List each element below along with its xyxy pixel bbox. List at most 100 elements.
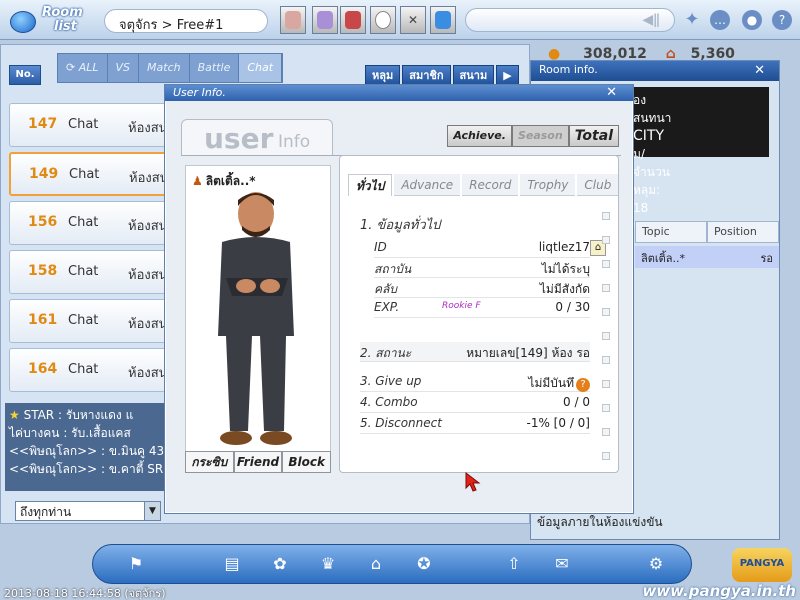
room-number: 147	[28, 116, 58, 132]
section-general-title: 1. ข้อมูลทั่วไป	[360, 218, 441, 233]
user-detail-panel: ทั่วไป Advance Record Trophy Club 1. ข้อ…	[339, 155, 619, 473]
scroll-marker	[602, 284, 610, 292]
pangya-logo: PANGYA	[732, 548, 792, 582]
combo-row: 4. Combo 0 / 0	[360, 393, 590, 413]
room-row[interactable]: 147 Chat ห้องสน	[9, 103, 179, 147]
close-icon[interactable]: ✕	[606, 85, 617, 100]
tab-vs[interactable]: VS	[108, 54, 140, 82]
room-row[interactable]: 158 Chat ห้องสน	[9, 250, 179, 294]
rank-label: Rookie F	[442, 301, 481, 311]
mailbox-icon[interactable]: ✉	[549, 551, 575, 577]
exp-row: EXP. Rookie F 0 / 30	[374, 298, 590, 318]
block-button[interactable]: Block	[282, 451, 332, 473]
caddie-button[interactable]	[430, 6, 456, 34]
room-row-selected[interactable]: 149 Chat ห้องสน	[9, 152, 179, 196]
logo-line2: list	[54, 19, 77, 34]
tab-vs-label: VS	[115, 61, 131, 74]
refresh-icon: ⟳	[66, 61, 79, 74]
sort-course-button[interactable]: สนาม	[452, 65, 495, 85]
house-icon[interactable]: ⌂	[363, 551, 389, 577]
avatar-1-button[interactable]	[280, 6, 306, 34]
chat-bubble-icon[interactable]: …	[710, 10, 730, 30]
room-type: Chat	[68, 362, 99, 377]
chat-target-select[interactable]: ถึงทุกท่าน ▼	[15, 501, 161, 521]
shop-icon[interactable]: ▤	[219, 551, 245, 577]
room-number: 158	[28, 263, 58, 279]
shield-icon[interactable]: ●	[742, 10, 762, 30]
room-name: ห้องสน	[129, 171, 169, 186]
scroll-right-button[interactable]: ▶	[496, 65, 519, 85]
settings-icon[interactable]: ⚙	[643, 551, 669, 577]
room-players-table: Topic Position ลิตเติ้ล..* รอ	[635, 221, 779, 268]
chat-target-value: ถึงทุกท่าน	[20, 505, 72, 519]
room-type: Chat	[69, 167, 100, 182]
timestamp: 2013-08-18 16:44:58 (จตุจักร)	[4, 587, 166, 600]
dialog-title: User Info.	[165, 85, 633, 101]
avatar-3-button[interactable]	[340, 6, 366, 34]
room-sort-tabs: หลุม สมาชิก สนาม ▶	[365, 65, 521, 85]
id-row: ID liqtlez17	[374, 238, 590, 258]
whisper-button[interactable]: กระซิบ	[185, 451, 234, 473]
character-model	[218, 192, 294, 445]
room-info-footer: ข้อมูลภายในห้องแข่งขัน	[537, 515, 663, 529]
gift-icon[interactable]: ✿	[267, 551, 293, 577]
sort-holes-button[interactable]: หลุม	[365, 65, 401, 85]
close-x-icon: ✕	[407, 13, 419, 27]
sparkle-icon[interactable]: ✦	[682, 10, 702, 30]
home-arrow-icon[interactable]: ⇧	[501, 551, 527, 577]
sort-members-button[interactable]: สมาชิก	[402, 65, 451, 85]
tab-chat-label: Chat	[247, 61, 274, 74]
logo-line1: Room	[42, 5, 83, 20]
tab-total[interactable]: Total	[568, 125, 619, 147]
institution-row: สถาบัน ไม่ได้ระบุ	[374, 258, 590, 278]
tab-achieve[interactable]: Achieve.	[447, 125, 512, 147]
mouse-cursor-icon	[465, 472, 481, 492]
room-name: ห้องสน	[128, 121, 168, 136]
scroll-marker	[602, 308, 610, 316]
trophy-icon[interactable]: ♛	[315, 551, 341, 577]
detail-tabs: ทั่วไป Advance Record Trophy Club	[348, 174, 620, 196]
help-icon[interactable]: ?	[772, 10, 792, 30]
room-number: 164	[28, 361, 58, 377]
room-row[interactable]: 161 Chat ห้องสน	[9, 299, 179, 343]
tab-battle-label: Battle	[197, 61, 231, 74]
tab-advance[interactable]: Advance	[394, 174, 461, 196]
table-row[interactable]: ลิตเติ้ล..* รอ	[635, 246, 779, 268]
close-icon[interactable]: ✕	[754, 63, 765, 78]
chat-line: <<พิษณุโลก>> : ข.มินคู 430	[9, 444, 167, 458]
scroll-marker	[602, 380, 610, 388]
room-list-logo[interactable]: Room list	[6, 3, 86, 37]
giveup-row: 3. Give up ไม่มีบันทึ?	[360, 372, 590, 392]
ball-button[interactable]	[370, 6, 396, 34]
room-type: Chat	[68, 264, 99, 279]
friend-button[interactable]: Friend	[233, 451, 283, 473]
scroll-marker	[602, 212, 610, 220]
tab-battle[interactable]: Battle	[190, 54, 240, 82]
scroll-marker	[602, 332, 610, 340]
avatar-1-icon	[285, 11, 301, 29]
room-type: Chat	[68, 313, 99, 328]
tab-trophy[interactable]: Trophy	[520, 174, 576, 196]
tab-season[interactable]: Season	[511, 125, 569, 147]
chat-line: ★ STAR : รับหางแดง แ	[9, 408, 134, 422]
room-row[interactable]: 164 Chat ห้องสน	[9, 348, 179, 392]
room-type: Chat	[68, 117, 99, 132]
caddie-icon	[435, 11, 451, 29]
avatar-2-button[interactable]	[312, 6, 338, 34]
close-x-button[interactable]: ✕	[400, 6, 426, 34]
tab-match[interactable]: Match	[139, 54, 190, 82]
room-row[interactable]: 156 Chat ห้องสน	[9, 201, 179, 245]
scratch-icon[interactable]: ✪	[411, 551, 437, 577]
col-position: Position	[707, 221, 779, 243]
tab-all[interactable]: ⟳ ALL	[58, 54, 108, 82]
help-icon[interactable]: ?	[576, 378, 590, 392]
tab-club[interactable]: Club	[577, 174, 619, 196]
tab-record[interactable]: Record	[462, 174, 519, 196]
scroll-marker	[602, 404, 610, 412]
tab-general[interactable]: ทั่วไป	[348, 174, 393, 196]
tab-chat[interactable]: Chat	[239, 54, 283, 82]
message-input[interactable]: ◀ǁ	[465, 8, 675, 32]
sort-number-button[interactable]: No.	[9, 65, 41, 85]
flag-icon[interactable]: ⚑	[123, 551, 149, 577]
status-row: 2. สถานะ หมายเลข[149] ห้อง รอ	[360, 342, 590, 362]
